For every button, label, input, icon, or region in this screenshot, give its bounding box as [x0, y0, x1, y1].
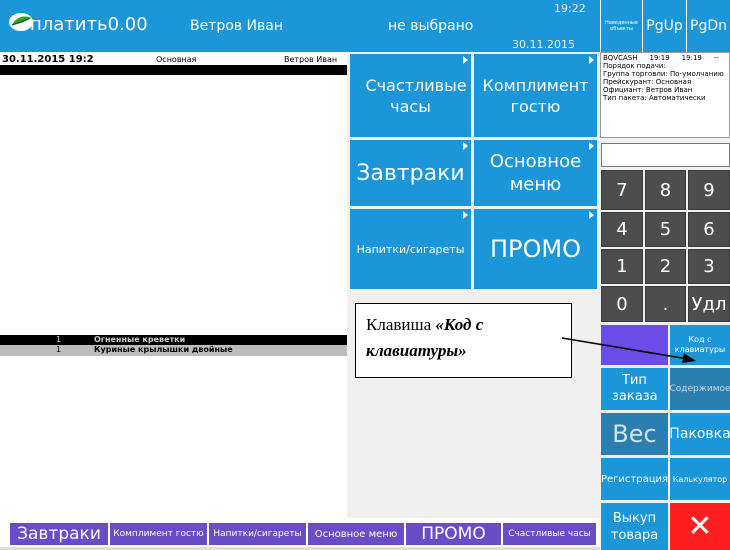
pay-amount[interactable]: платить0.00 — [30, 14, 148, 35]
order-line-1[interactable]: 1 Огненные креветки — [0, 335, 347, 345]
info-header: BQVCASH 19:19 19:19 -- — [603, 54, 727, 62]
order-line-2[interactable]: 1 Куриные крылышки двойные — [0, 345, 347, 356]
menu-button-label: ПРОМО — [489, 235, 581, 263]
tab-compliment[interactable]: Комплимент гостю — [110, 523, 207, 545]
submenu-arrow-icon — [589, 56, 594, 64]
submenu-arrow-icon — [589, 211, 594, 219]
menu-button-label: Счастливые часы — [365, 75, 467, 116]
keypad-entry-field[interactable] — [601, 143, 730, 167]
info-time-2: 19:19 — [681, 54, 702, 62]
tab-drinks[interactable]: Напитки/сигареты — [209, 523, 306, 545]
order-line-name: Огненные креветки — [94, 335, 186, 344]
close-icon: ✕ — [687, 509, 713, 544]
submenu-arrow-icon — [463, 56, 468, 64]
calculator-label: Калькулятор — [672, 474, 728, 484]
tab-main-menu[interactable]: Основное меню — [308, 523, 404, 545]
order-header-bar — [0, 65, 347, 75]
station-name: BQVCASH — [603, 54, 638, 62]
order-type-button[interactable]: Тип заказа — [601, 368, 668, 410]
menu-button-happy-hours[interactable]: Счастливые часы — [350, 54, 471, 137]
checkout-button[interactable]: Выкуп товара — [601, 503, 668, 550]
pack-button[interactable]: Паковка — [669, 413, 730, 455]
pos-screen: платить0.00 Ветров Иван не выбрано 19:22… — [0, 0, 730, 550]
order-type-label: Тип заказа — [612, 373, 658, 404]
key-0[interactable]: 0 — [601, 286, 643, 322]
order-menu: Основная — [156, 55, 197, 64]
key-4[interactable]: 4 — [601, 212, 643, 247]
checkout-label: Выкуп товара — [610, 510, 659, 543]
tab-breakfast[interactable]: Завтраки — [10, 523, 108, 545]
menu-button-label: Напитки/сигареты — [356, 242, 465, 256]
page-down-button[interactable]: PgDn — [686, 0, 730, 52]
clock-date: 30.11.2015 — [512, 38, 575, 51]
key-9[interactable]: 9 — [688, 170, 730, 210]
menu-button-breakfast[interactable]: Завтраки — [350, 140, 471, 206]
info-line: Порядок подачи: — [603, 62, 666, 70]
key-2[interactable]: 2 — [645, 249, 686, 284]
key-delete[interactable]: Удл — [688, 286, 730, 322]
callout-prefix: Клавиша — [366, 315, 436, 334]
category-tab-bar: Завтраки Комплимент гостю Напитки/сигаре… — [0, 518, 600, 550]
order-date: 30.11.2015 19:2 — [2, 54, 94, 65]
key-6[interactable]: 6 — [688, 212, 730, 247]
clock-time: 19:22 — [554, 2, 586, 15]
submenu-arrow-icon — [463, 211, 468, 219]
key-dot[interactable]: . — [645, 286, 686, 322]
weight-button[interactable]: Вес — [601, 413, 668, 455]
info-time-1: 19:19 — [649, 54, 670, 62]
order-header: 30.11.2015 19:2 Основная Ветров Иван — [0, 54, 347, 65]
info-line: Прейскурант: Основная — [603, 78, 692, 86]
order-line-name: Куриные крылышки двойные — [94, 345, 233, 354]
objects-button[interactable]: Наведенные объекты — [600, 0, 642, 52]
register-label: Регистрация — [600, 473, 669, 485]
info-time-3: -- — [713, 54, 719, 62]
key-8[interactable]: 8 — [645, 170, 686, 210]
waiter-name[interactable]: Ветров Иван — [190, 18, 283, 34]
submenu-arrow-icon — [589, 142, 594, 150]
pack-label: Паковка — [669, 426, 730, 442]
key-1[interactable]: 1 — [601, 249, 643, 284]
page-up-button[interactable]: PgUp — [642, 0, 686, 52]
menu-button-compliment[interactable]: Комплимент гостю — [474, 54, 597, 137]
table-status[interactable]: не выбрано — [388, 18, 473, 34]
order-waiter: Ветров Иван — [284, 55, 338, 64]
content-button[interactable]: Содержимое — [669, 368, 730, 410]
callout-arrow-icon — [561, 337, 696, 363]
order-line-qty: 1 — [56, 335, 62, 344]
top-bar: платить0.00 Ветров Иван не выбрано 19:22… — [0, 0, 600, 52]
annotation-callout: Клавиша «Код с клавиатуры» — [355, 303, 572, 378]
menu-button-drinks[interactable]: Напитки/сигареты — [350, 209, 471, 289]
tab-promo[interactable]: ПРОМО — [406, 523, 501, 545]
tab-happy-hours[interactable]: Счастливые часы — [503, 523, 596, 545]
menu-button-label: Завтраки — [356, 160, 465, 186]
submenu-arrow-icon — [463, 142, 468, 150]
info-panel: BQVCASH 19:19 19:19 -- Порядок подачи: Г… — [600, 52, 730, 138]
close-button[interactable]: ✕ — [670, 503, 730, 550]
order-line-qty: 1 — [56, 345, 62, 354]
content-label: Содержимое — [669, 384, 730, 394]
weight-label: Вес — [612, 420, 657, 448]
menu-button-main-menu[interactable]: Основное меню — [474, 140, 597, 206]
register-button[interactable]: Регистрация — [601, 458, 668, 500]
menu-button-label: Основное меню — [489, 151, 582, 195]
calculator-button[interactable]: Калькулятор — [670, 458, 730, 500]
info-line: Группа торговли: По-умолчанию — [603, 70, 724, 78]
key-3[interactable]: 3 — [688, 249, 730, 284]
order-panel[interactable]: 30.11.2015 19:2 Основная Ветров Иван 1 О… — [0, 52, 347, 518]
info-line: Официант: Ветров Иван — [603, 86, 693, 94]
menu-button-label: Комплимент гостю — [482, 75, 589, 116]
key-7[interactable]: 7 — [601, 170, 643, 210]
info-line: Тип пакета: Автоматически — [603, 94, 706, 102]
key-5[interactable]: 5 — [645, 212, 686, 247]
menu-button-promo[interactable]: ПРОМО — [474, 209, 597, 289]
